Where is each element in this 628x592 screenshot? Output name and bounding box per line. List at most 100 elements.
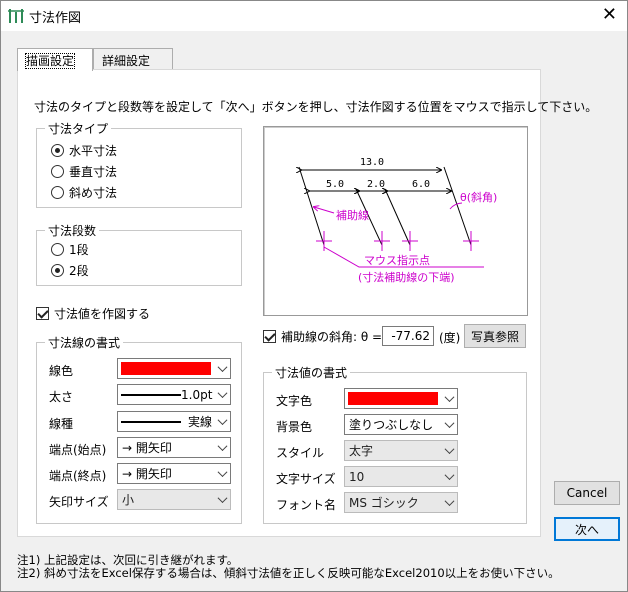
checkbox-label: 寸法値を作図する — [54, 306, 151, 321]
text-color-swatch — [348, 392, 438, 405]
chevron-down-icon — [441, 415, 457, 434]
arrow-size-value: 小 — [122, 493, 135, 507]
tab-detail-settings[interactable]: 詳細設定 — [93, 48, 173, 70]
line-format-group: 寸法線の書式 線色 太さ 1.0pt 線種 実線 端点(始点) → 開矢印 端点… — [36, 334, 242, 524]
radio-vertical[interactable]: 垂直寸法 — [51, 162, 117, 180]
radio-circle — [51, 164, 64, 178]
finish-end-select[interactable]: → 開矢印 — [117, 463, 231, 484]
aux-angle-input[interactable]: -77.62 — [382, 326, 434, 346]
group-label: 寸法値の書式 — [272, 364, 351, 381]
finish-end-value: → 開矢印 — [122, 467, 172, 481]
start-end-label: 端点(始点) — [49, 443, 107, 457]
tab-label: 詳細設定 — [102, 54, 151, 68]
line-sample-stroke — [121, 420, 181, 423]
notes: 注1) 上記設定は、次回に引き継がれます。 注2) 斜め寸法をExcel保存する… — [17, 554, 560, 580]
radio-circle — [51, 263, 64, 277]
aux-angle-unit: (度) — [439, 331, 461, 345]
dim-type-group: 寸法タイプ 水平寸法 垂直寸法 斜め寸法 — [36, 120, 242, 208]
start-end-value: → 開矢印 — [122, 441, 172, 455]
radio-level-2[interactable]: 2段 — [51, 261, 89, 279]
preview-seg2-value: 2.0 — [367, 179, 385, 190]
style-value: 太字 — [349, 444, 374, 458]
preview-total-value: 13.0 — [360, 157, 384, 168]
radio-level-1[interactable]: 1段 — [51, 240, 89, 258]
radio-label: 1段 — [69, 242, 89, 257]
chevron-down-icon — [214, 412, 230, 431]
group-label: 寸法線の書式 — [45, 334, 124, 351]
line-color-label: 線色 — [49, 364, 74, 378]
style-select[interactable]: 太字 — [344, 440, 458, 461]
instruction-text: 寸法のタイプと段数等を設定して「次へ」ボタンを押し、寸法作図する位置をマウスで指… — [34, 100, 598, 114]
line-style-label: 線種 — [49, 417, 74, 431]
chevron-down-icon — [441, 441, 457, 460]
chevron-down-icon — [214, 464, 230, 483]
checkbox-box — [36, 306, 49, 320]
drawing-settings-panel: 寸法のタイプと段数等を設定して「次へ」ボタンを押し、寸法作図する位置をマウスで指… — [17, 69, 597, 537]
chevron-down-icon — [441, 467, 457, 486]
dim-levels-group: 寸法段数 1段 2段 — [36, 222, 242, 286]
line-style-select[interactable]: 実線 — [117, 411, 231, 432]
preview-mouse-label: マウス指示点 — [364, 253, 430, 267]
line-color-select[interactable] — [117, 358, 231, 379]
chevron-down-icon — [214, 385, 230, 404]
radio-circle — [51, 242, 64, 256]
text-size-value: 10 — [349, 469, 365, 484]
group-label: 寸法タイプ — [45, 120, 112, 137]
tab-label: 描画設定 — [24, 53, 76, 69]
tab-drawing-settings[interactable]: 描画設定 — [17, 48, 93, 71]
font-name-value: MS ゴシック — [349, 496, 419, 510]
group-label: 寸法段数 — [45, 222, 100, 239]
text-color-label: 文字色 — [276, 394, 313, 408]
radio-label: 2段 — [69, 263, 89, 278]
text-color-select[interactable] — [344, 388, 458, 409]
draw-value-checkbox[interactable]: 寸法値を作図する — [36, 304, 150, 322]
preview-diagram: 13.0 5.0 2.0 6.0 θ(斜角) 補助線 マウス指示点 (寸法補助線… — [264, 157, 497, 284]
arrow-size-select[interactable]: 小 — [117, 489, 231, 510]
font-name-label: フォント名 — [276, 498, 337, 512]
style-label: スタイル — [276, 446, 325, 460]
radio-label: 水平寸法 — [69, 143, 118, 158]
dimension-app-icon — [8, 9, 24, 23]
cancel-button[interactable]: Cancel — [554, 481, 620, 505]
aux-angle-checkbox[interactable]: 補助線の斜角: θ = — [263, 327, 382, 345]
bg-color-value: 塗りつぶしなし — [349, 418, 434, 432]
line-style-sample: 実線 — [118, 413, 214, 430]
radio-horizontal[interactable]: 水平寸法 — [51, 141, 117, 159]
start-end-select[interactable]: → 開矢印 — [117, 437, 231, 458]
text-size-select[interactable]: 10 — [344, 466, 458, 487]
checkbox-box — [263, 329, 276, 343]
next-button[interactable]: 次へ — [554, 517, 620, 541]
preview-seg3-value: 6.0 — [412, 179, 430, 190]
dimension-preview: 13.0 5.0 2.0 6.0 θ(斜角) 補助線 マウス指示点 (寸法補助線… — [263, 126, 528, 316]
radio-label: 垂直寸法 — [69, 164, 118, 179]
arrow-size-label: 矢印サイズ — [49, 495, 109, 509]
chevron-down-icon — [441, 493, 457, 512]
photo-reference-button[interactable]: 写真参照 — [464, 324, 526, 348]
bg-color-select[interactable]: 塗りつぶしなし — [344, 414, 458, 435]
preview-angle-label: θ(斜角) — [460, 191, 497, 204]
chevron-down-icon — [214, 490, 230, 509]
line-style-value: 実線 — [187, 415, 212, 429]
preview-seg1-value: 5.0 — [326, 179, 344, 190]
line-width-select[interactable]: 1.0pt — [117, 384, 231, 405]
line-width-sample: 1.0pt — [118, 388, 214, 402]
title-bar: 寸法作図 ✕ — [1, 1, 627, 31]
chevron-down-icon — [214, 438, 230, 457]
radio-circle — [51, 185, 64, 199]
radio-oblique[interactable]: 斜め寸法 — [51, 183, 117, 201]
close-icon[interactable]: ✕ — [602, 4, 617, 25]
line-width-label: 太さ — [49, 390, 74, 404]
value-format-group: 寸法値の書式 文字色 背景色 塗りつぶしなし スタイル 太字 文字サイズ 10 — [263, 364, 527, 524]
window-title: 寸法作図 — [29, 11, 82, 26]
font-name-select[interactable]: MS ゴシック — [344, 492, 458, 513]
dialog-window: 寸法作図 ✕ 描画設定 詳細設定 寸法のタイプと段数等を設定して「次へ」ボタンを… — [0, 0, 628, 592]
line-sample-stroke — [121, 393, 181, 396]
line-color-swatch — [121, 362, 211, 375]
text-size-label: 文字サイズ — [276, 472, 336, 486]
chevron-down-icon — [441, 389, 457, 408]
line-width-value: 1.0pt — [181, 387, 213, 402]
finish-end-label: 端点(終点) — [49, 469, 107, 483]
preview-mouse-sublabel: (寸法補助線の下端) — [358, 270, 455, 284]
note-line: 注2) 斜め寸法をExcel保存する場合は、傾斜寸法値を正しく反映可能なExce… — [17, 566, 560, 580]
radio-label: 斜め寸法 — [69, 185, 118, 200]
